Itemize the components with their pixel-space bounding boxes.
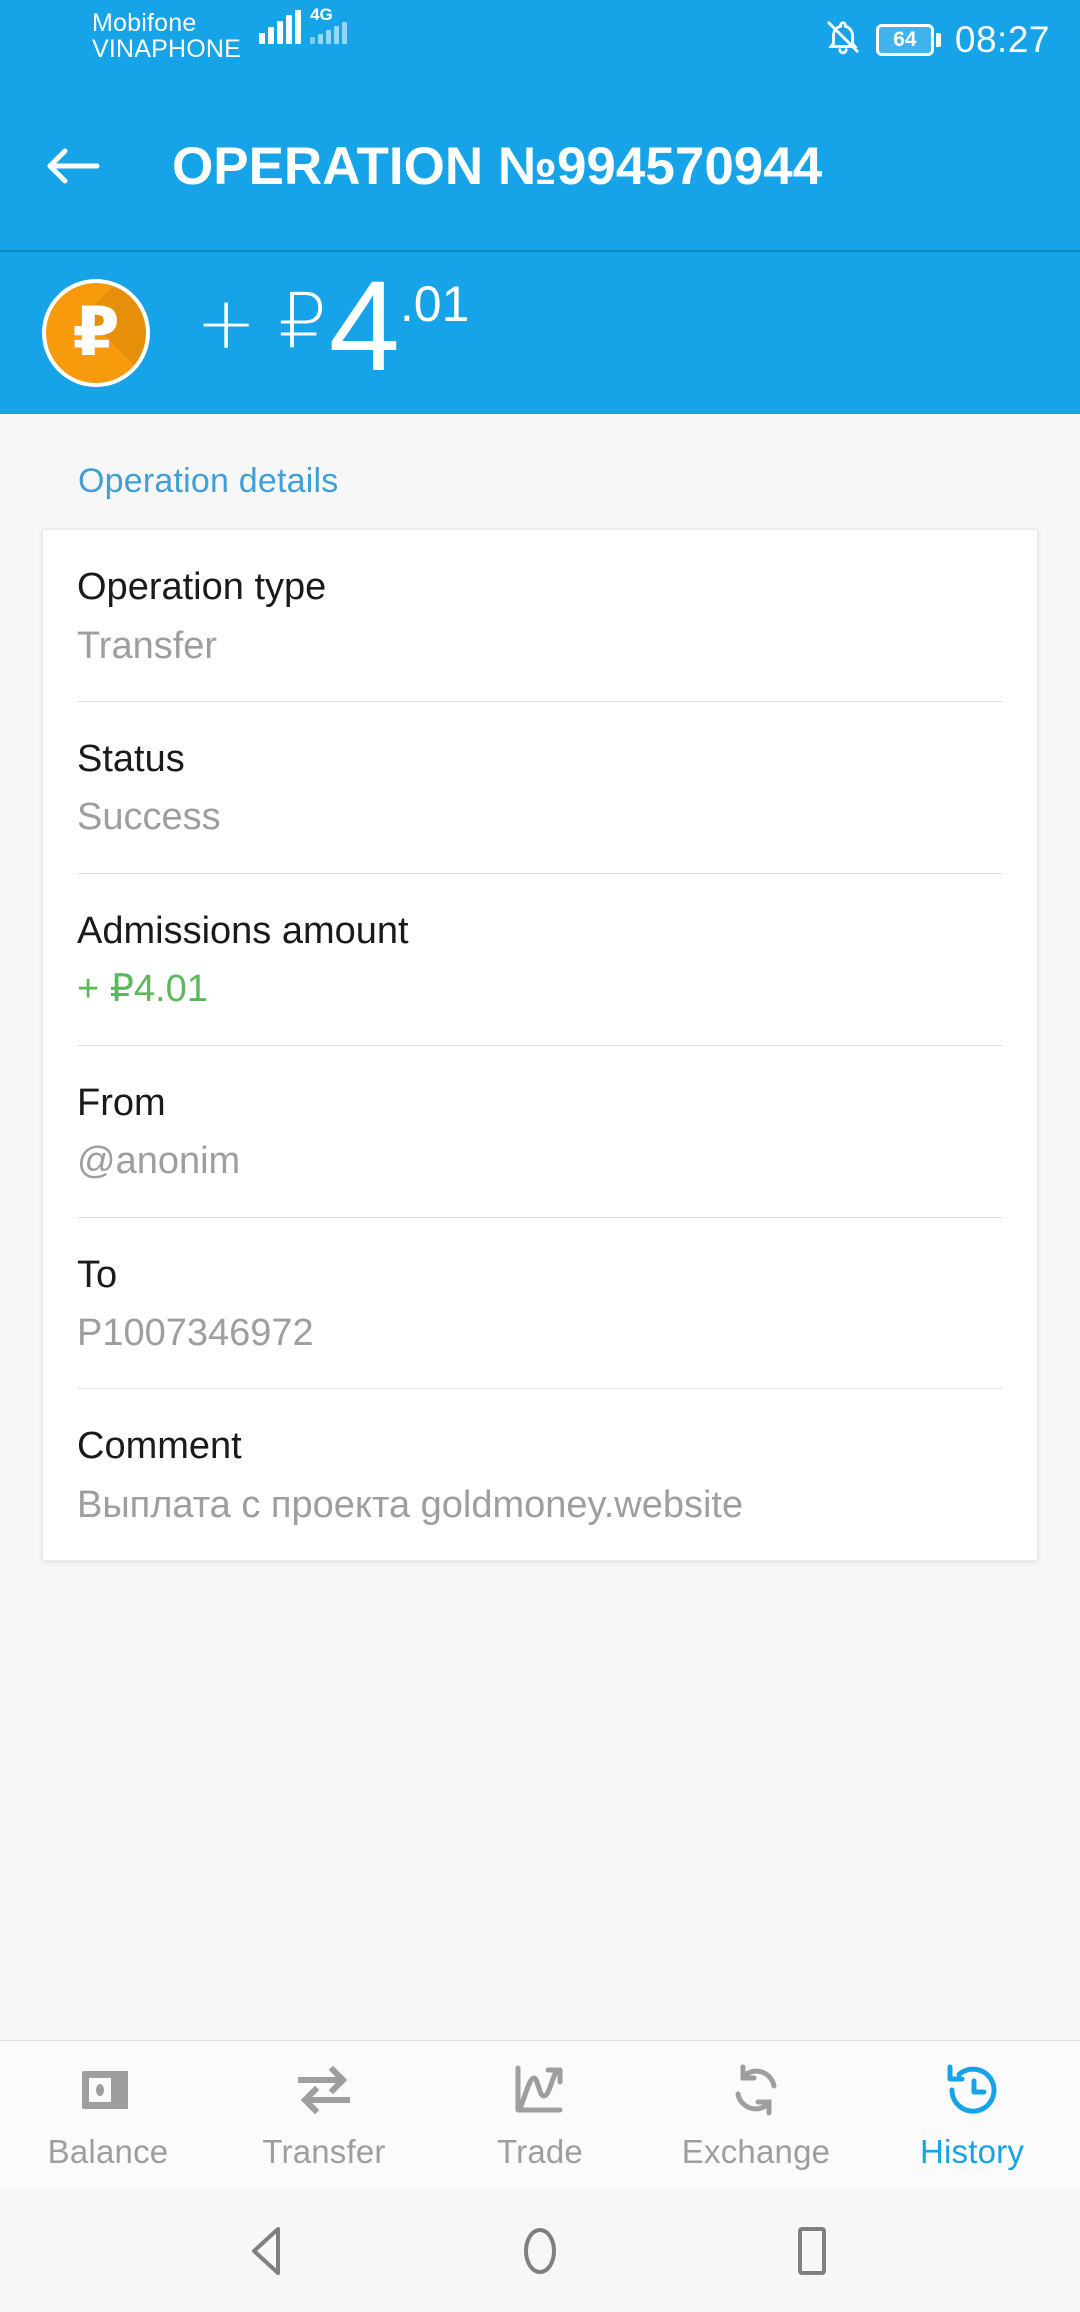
row-label: To — [77, 1253, 118, 1296]
row-label: Comment — [77, 1425, 242, 1468]
section-title: Operation details — [78, 462, 339, 500]
tab-transfer[interactable]: Transfer — [216, 2061, 432, 2171]
tab-label: Balance — [47, 2132, 169, 2170]
battery-tip — [935, 32, 941, 47]
app-root: Mobifone VINAPHONE 4G 64 08:27 OPERATION… — [0, 0, 1080, 2312]
carrier-secondary-label: VINAPHONE — [92, 35, 242, 64]
wallet-icon — [80, 2061, 136, 2119]
hero-sign: + — [196, 281, 257, 365]
back-button[interactable] — [36, 129, 110, 203]
row-value: Выплата с проекта goldmoney.website — [77, 1483, 744, 1526]
nav-recents-square-icon — [798, 2227, 826, 2275]
tab-label: Exchange — [681, 2132, 831, 2170]
nav-back-button[interactable] — [232, 2215, 304, 2287]
nav-home-circle-icon — [524, 2228, 556, 2274]
network-4g-icon: 4G — [310, 5, 348, 44]
row-value: Success — [77, 796, 221, 839]
nav-recents-button[interactable] — [776, 2215, 848, 2287]
detail-row-status: Status Success — [43, 700, 1037, 873]
silent-bell-icon — [824, 18, 862, 61]
battery-icon: 64 — [875, 23, 941, 56]
tab-trade[interactable]: Trade — [432, 2061, 648, 2171]
arrows-exchange-icon — [295, 2061, 353, 2119]
row-value: + ₽4.01 — [77, 968, 208, 1011]
detail-row-to: To P1007346972 — [43, 1216, 1037, 1389]
coin-symbol: ₽ — [72, 293, 120, 372]
carrier-labels: Mobifone VINAPHONE — [30, 6, 241, 63]
hero-amount: + ₽ 4 .01 — [196, 263, 470, 397]
signal-bars-icon — [259, 10, 302, 44]
refresh-icon — [729, 2061, 783, 2119]
page-title: OPERATION №994570944 — [172, 136, 823, 196]
detail-row-operation-type: Operation type Transfer — [43, 530, 1037, 701]
nav-home-button[interactable] — [504, 2215, 576, 2287]
status-bar-right: 64 08:27 — [824, 6, 1050, 61]
hero-decimal: .01 — [399, 276, 470, 332]
hero-currency: ₽ — [278, 276, 327, 365]
status-clock: 08:27 — [954, 18, 1050, 60]
tab-label: Trade — [497, 2132, 583, 2170]
network-type-label: 4G — [310, 5, 333, 24]
app-bar: OPERATION №994570944 — [0, 82, 1080, 250]
nav-back-triangle-icon — [252, 2227, 280, 2275]
bottom-tab-bar: Balance Transfer Trade Exchange History — [0, 2040, 1080, 2190]
signal-indicators: 4G — [259, 5, 348, 66]
android-nav-bar — [0, 2190, 1080, 2312]
amount-hero: ₽ + ₽ 4 .01 — [0, 250, 1080, 414]
row-label: Status — [77, 737, 185, 780]
content-area: Operation details Operation type Transfe… — [0, 414, 1080, 2040]
hero-integer: 4 — [328, 255, 400, 398]
row-label: Admissions amount — [77, 909, 409, 952]
chart-up-icon — [512, 2061, 568, 2119]
row-label: From — [77, 1081, 166, 1124]
row-value: @anonim — [77, 1140, 241, 1183]
tab-balance[interactable]: Balance — [0, 2061, 216, 2171]
tab-history[interactable]: History — [864, 2061, 1080, 2171]
operation-details-card: Operation type Transfer Status Success A… — [42, 529, 1038, 1562]
tab-label: History — [919, 2132, 1025, 2170]
signal-bars-secondary-icon — [310, 22, 348, 44]
clock-back-icon — [944, 2061, 1000, 2119]
status-bar: Mobifone VINAPHONE 4G 64 08:27 — [0, 0, 1080, 82]
carrier-primary-label: Mobifone — [92, 9, 197, 37]
detail-row-from: From @anonim — [43, 1044, 1037, 1217]
row-label: Operation type — [77, 566, 327, 608]
tab-label: Transfer — [262, 2132, 386, 2170]
arrow-left-icon — [47, 148, 100, 184]
ruble-coin-icon: ₽ — [42, 279, 150, 387]
battery-level-label: 64 — [875, 23, 934, 56]
row-value: Transfer — [77, 624, 218, 667]
detail-row-admissions-amount: Admissions amount + ₽4.01 — [43, 872, 1037, 1045]
row-value: P1007346972 — [77, 1312, 314, 1355]
detail-row-comment: Comment Выплата с проекта goldmoney.webs… — [43, 1388, 1037, 1560]
tab-exchange[interactable]: Exchange — [648, 2061, 864, 2171]
